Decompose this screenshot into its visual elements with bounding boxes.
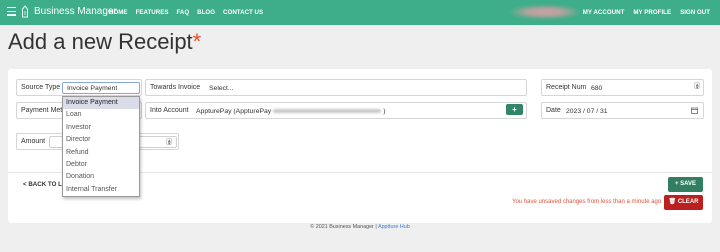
option-internal-transfer[interactable]: Internal Transfer (63, 184, 139, 196)
clear-button[interactable]: 🗑 CLEAR (664, 195, 703, 210)
into-account-label: Into Account (150, 107, 189, 114)
towards-invoice-group: Towards Invoice Select... (145, 79, 527, 96)
calendar-icon[interactable] (691, 107, 698, 114)
option-director[interactable]: Director (63, 134, 139, 146)
page-footer: © 2021 Business Manager | Apptture Hub (0, 224, 720, 230)
required-asterisk: * (192, 29, 202, 54)
app-logo-icon (22, 5, 28, 18)
date-label: Date (546, 107, 561, 114)
blurred-account-number (273, 109, 382, 114)
blurred-user-info (510, 5, 580, 19)
page-title-text: Add a new Receipt (8, 29, 193, 54)
nav-link-my-account[interactable]: MY ACCOUNT (583, 9, 625, 16)
option-loan[interactable]: Loan (63, 109, 139, 121)
receipt-num-input[interactable]: 680 (586, 82, 701, 94)
brand-name[interactable]: Business Manager (34, 6, 117, 17)
source-type-group: Source Type Invoice Payment (16, 79, 142, 96)
nav-link-blog[interactable]: BLOG (197, 9, 215, 16)
footer-copyright: © 2021 Business Manager | (310, 224, 378, 230)
top-navbar: Business Manager HOME FEATURES FAQ BLOG CONT… (0, 0, 720, 25)
payment-method-label: Payment Met (21, 107, 63, 114)
option-debtor[interactable]: Debtor (63, 159, 139, 171)
main-nav-links: HOME FEATURES FAQ BLOG CONTACT US (109, 9, 271, 16)
into-account-group: Into Account AppturePay (AppturePay) (145, 102, 527, 119)
unsaved-changes-message: You have unsaved changes from less than … (512, 199, 662, 205)
page-title: Add a new Receipt* (8, 29, 201, 55)
towards-invoice-select[interactable]: Select... (204, 82, 524, 94)
nav-link-faq[interactable]: FAQ (176, 9, 189, 16)
nav-link-contact-us[interactable]: CONTACT US (223, 9, 263, 16)
into-account-value-prefix: AppturePay (AppturePay (196, 108, 272, 115)
receipt-num-group: Receipt Num 680 ▲ ▼ (541, 79, 704, 96)
receipt-num-spinner-icon[interactable]: ▲ ▼ (694, 82, 700, 90)
trash-icon: 🗑 (668, 199, 677, 205)
receipt-num-label: Receipt Num (546, 84, 587, 91)
into-account-value-suffix: ) (383, 108, 386, 115)
account-nav-links: MY ACCOUNT MY PROFILE SIGN OUT (574, 9, 710, 16)
amount-label: Amount (21, 138, 46, 145)
into-account-select[interactable]: AppturePay (AppturePay) (191, 105, 503, 117)
source-type-dropdown-list: Invoice Payment Loan Investor Director R… (62, 96, 140, 197)
option-donation[interactable]: Donation (63, 171, 139, 183)
option-refund[interactable]: Refund (63, 147, 139, 159)
add-account-button[interactable]: + (506, 104, 523, 115)
date-input[interactable]: 2023 / 07 / 31 (561, 105, 691, 117)
nav-link-home[interactable]: HOME (109, 9, 128, 16)
towards-invoice-label: Towards Invoice (150, 84, 201, 91)
hamburger-menu-icon[interactable] (7, 7, 16, 17)
source-type-select[interactable]: Invoice Payment (62, 82, 140, 94)
nav-link-my-profile[interactable]: MY PROFILE (633, 9, 671, 16)
nav-link-sign-out[interactable]: SIGN OUT (680, 9, 710, 16)
date-group: Date 2023 / 07 / 31 (541, 102, 704, 119)
option-invoice-payment[interactable]: Invoice Payment (63, 97, 139, 110)
source-type-label: Source Type (21, 84, 61, 91)
nav-link-features[interactable]: FEATURES (136, 9, 169, 16)
option-investor[interactable]: Investor (63, 122, 139, 134)
amount-spinner-icon[interactable]: ▲ ▼ (166, 138, 172, 146)
save-button[interactable]: + SAVE (668, 177, 703, 192)
footer-link[interactable]: Apptture Hub (378, 224, 410, 230)
clear-button-label: CLEAR (677, 199, 699, 205)
